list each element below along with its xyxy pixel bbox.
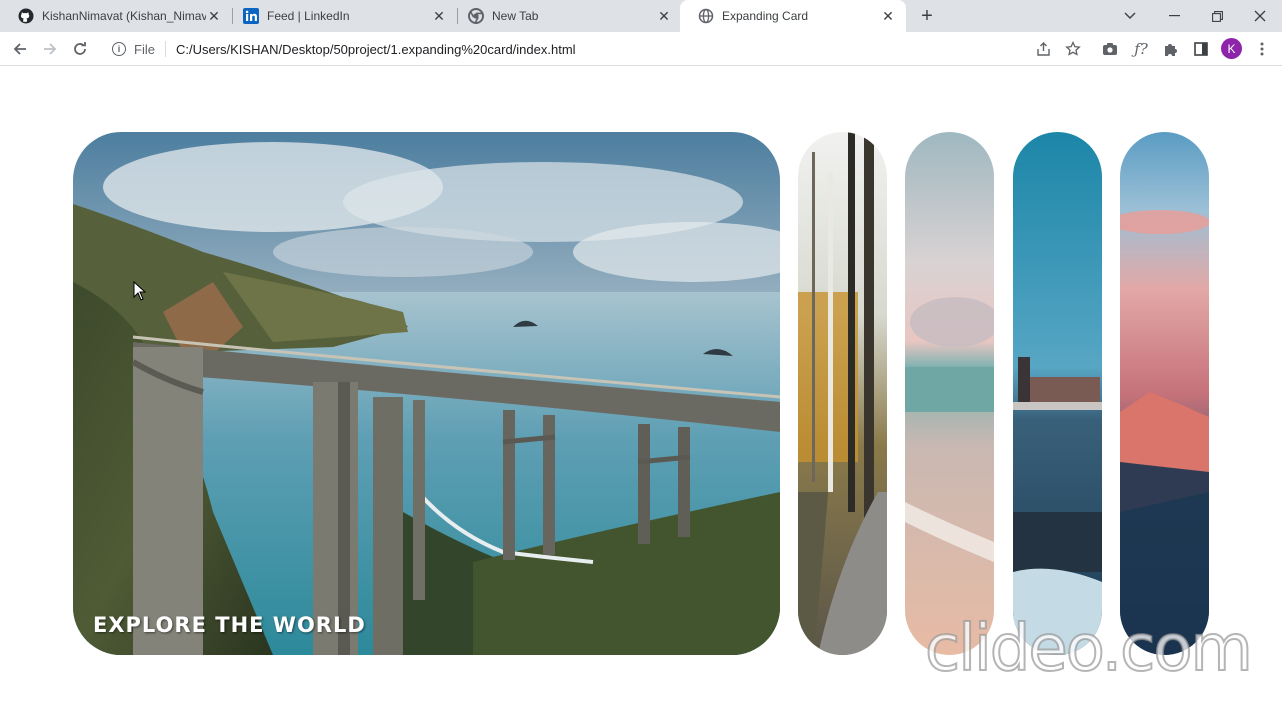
- panel-forest[interactable]: [798, 132, 887, 655]
- city-lake-image: [1013, 132, 1102, 655]
- linkedin-icon: [243, 8, 259, 24]
- tab-label: Expanding Card: [722, 9, 809, 23]
- globe-icon: [698, 8, 714, 24]
- tab-github[interactable]: KishanNimavat (Kishan_Nimavat) ✕: [0, 0, 232, 32]
- more-menu-icon[interactable]: [1250, 37, 1274, 61]
- minimize-button[interactable]: [1152, 0, 1196, 32]
- back-arrow-icon[interactable]: [8, 37, 32, 61]
- panel-city[interactable]: [1013, 132, 1102, 655]
- tab-new-tab[interactable]: New Tab ✕: [450, 0, 682, 32]
- panel-active[interactable]: EXPLORE THE WORLD: [73, 132, 780, 655]
- mouse-cursor-icon: [133, 281, 147, 301]
- scheme-label: File: [134, 41, 155, 57]
- share-icon[interactable]: [1031, 37, 1055, 61]
- forest-image: [798, 132, 887, 655]
- tab-label: New Tab: [492, 9, 539, 23]
- close-icon[interactable]: ✕: [431, 8, 447, 24]
- close-window-button[interactable]: [1238, 0, 1282, 32]
- chrome-icon: [468, 8, 484, 24]
- forward-arrow-icon[interactable]: [38, 37, 62, 61]
- tab-linkedin[interactable]: Feed | LinkedIn ✕: [225, 0, 457, 32]
- tab-expanding-card[interactable]: Expanding Card ✕: [680, 0, 906, 32]
- url-text[interactable]: C:/Users/KISHAN/Desktop/50project/1.expa…: [176, 42, 576, 57]
- beach-image: [905, 132, 994, 655]
- address-bar[interactable]: i File C:/Users/KISHAN/Desktop/50project…: [104, 36, 1024, 62]
- extensions-puzzle-icon[interactable]: [1159, 37, 1183, 61]
- info-icon[interactable]: i: [112, 42, 126, 56]
- toolbar: i File C:/Users/KISHAN/Desktop/50project…: [0, 32, 1282, 66]
- side-panel-icon[interactable]: [1189, 37, 1213, 61]
- tab-strip: KishanNimavat (Kishan_Nimavat) ✕ Feed | …: [0, 0, 1282, 32]
- chevron-down-icon[interactable]: [1108, 0, 1152, 32]
- camera-icon[interactable]: [1098, 37, 1122, 61]
- formula-extension-icon[interactable]: ƒ?: [1129, 37, 1153, 61]
- panel-beach[interactable]: [905, 132, 994, 655]
- tab-label: Feed | LinkedIn: [267, 9, 350, 23]
- close-icon[interactable]: ✕: [206, 8, 222, 24]
- mountain-image: [1120, 132, 1209, 655]
- close-icon[interactable]: ✕: [656, 8, 672, 24]
- profile-avatar[interactable]: K: [1221, 38, 1242, 59]
- restore-button[interactable]: [1195, 0, 1239, 32]
- tab-label: KishanNimavat (Kishan_Nimavat): [42, 9, 206, 23]
- bridge-landscape-image: [73, 132, 780, 655]
- panel-title: EXPLORE THE WORLD: [93, 613, 366, 637]
- panel-mountain[interactable]: [1120, 132, 1209, 655]
- watermark-text: clideo.com: [924, 611, 1254, 687]
- close-icon[interactable]: ✕: [880, 8, 896, 24]
- github-icon: [18, 8, 34, 24]
- bookmark-star-icon[interactable]: [1061, 37, 1085, 61]
- page-content: EXPLORE THE WORLD clideo.com: [0, 67, 1282, 720]
- address-divider: [164, 41, 166, 57]
- reload-icon[interactable]: [68, 37, 92, 61]
- new-tab-button[interactable]: +: [915, 4, 939, 28]
